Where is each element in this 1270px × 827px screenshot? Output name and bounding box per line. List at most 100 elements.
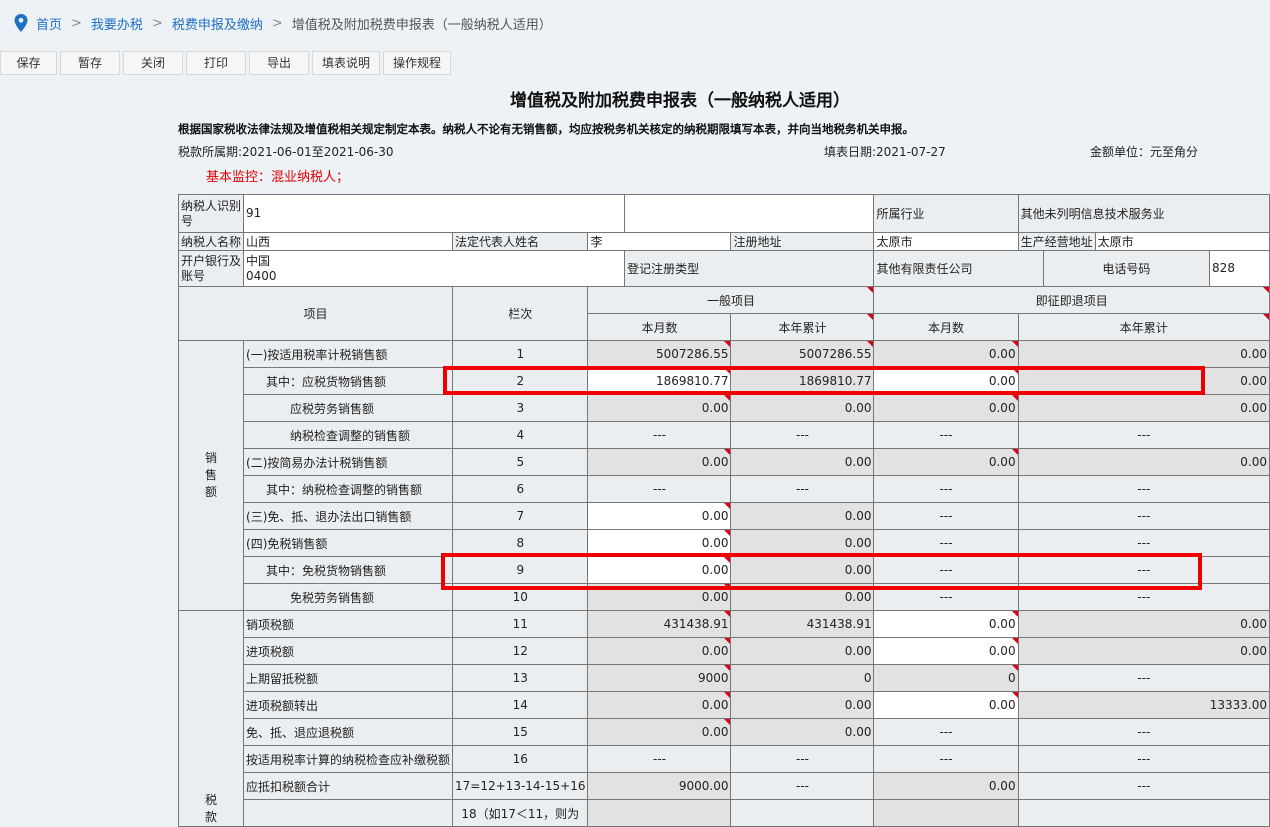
immediate-month-cell: 0 (873, 664, 1019, 692)
general-year-cell: --- (730, 745, 875, 773)
immediate-year-cell: --- (1017, 718, 1270, 746)
immediate-year-cell: 0.00 (1017, 448, 1270, 476)
reg-address-field[interactable]: 太原市 (873, 232, 1019, 251)
row-column-number: 11 (452, 610, 589, 638)
taxpayer-id-label: 纳税人识别号 (177, 194, 245, 233)
row-label: 进项税额 (243, 637, 454, 665)
amount-unit: 金额单位：元至角分 (1090, 145, 1199, 159)
breadcrumb-declaration-link[interactable]: 税费申报及缴纳 (172, 14, 263, 33)
immediate-month-cell (873, 799, 1019, 827)
immediate-month-cell: 0.00 (873, 448, 1019, 476)
phone-field[interactable]: 828 (1209, 250, 1270, 287)
print-button[interactable]: 打印 (186, 51, 246, 75)
immediate-year-cell: 13333.00 (1017, 691, 1270, 719)
immediate-month-cell[interactable]: 0.00 (873, 367, 1019, 395)
general-month-cell: 0.00 (587, 691, 732, 719)
row-column-number: 10 (452, 583, 589, 611)
row-column-number: 12 (452, 637, 589, 665)
general-month-cell[interactable]: 0.00 (587, 502, 732, 530)
draft-button[interactable]: 暂存 (60, 51, 120, 75)
row-label: 其中：免税货物销售额 (243, 556, 454, 584)
immediate-month-cell: --- (873, 421, 1019, 449)
column-number-header: 栏次 (452, 286, 589, 341)
general-month-cell[interactable]: 0.00 (587, 556, 732, 584)
general-month-cell: 9000 (587, 664, 732, 692)
immediate-year-cell: --- (1017, 421, 1270, 449)
phone-label: 电话号码 (1042, 250, 1211, 287)
immediate-month-cell: --- (873, 718, 1019, 746)
general-month-cell: --- (587, 421, 732, 449)
row-column-number: 7 (452, 502, 589, 530)
industry-label: 所属行业 (873, 194, 1019, 233)
row-label: (四)免税销售额 (243, 529, 454, 557)
general-month-cell[interactable]: 0.00 (587, 529, 732, 557)
row-column-number: 3 (452, 394, 589, 422)
immediate-month-cell[interactable]: 0.00 (873, 637, 1019, 665)
immediate-year-cell: --- (1017, 529, 1270, 557)
reg-type-label: 登记注册类型 (624, 250, 875, 287)
biz-address-field[interactable]: 太原市 (1094, 232, 1270, 251)
immediate-year-cell: 0.00 (1017, 340, 1270, 368)
reg-type-value: 其他有限责任公司 (873, 250, 1044, 287)
breadcrumb-separator: > (71, 15, 82, 31)
general-month-cell[interactable]: 1869810.77 (587, 367, 732, 395)
bank-account-value: 0400 (246, 268, 277, 283)
row-label: 进项税额转出 (243, 691, 454, 719)
row-column-number: 8 (452, 529, 589, 557)
general-year-cell: 1869810.77 (730, 367, 875, 395)
breadcrumb-tax-services-link[interactable]: 我要办税 (91, 14, 143, 33)
immediate-month-cell: --- (873, 583, 1019, 611)
location-pin-icon (14, 14, 28, 32)
general-month-cell: 431438.91 (587, 610, 732, 638)
row-column-number: 16 (452, 745, 589, 773)
general-month-cell: 0.00 (587, 583, 732, 611)
declaration-table: 纳税人识别号 91 所属行业 其他未列明信息技术服务业 纳税人名称 山西 法定代… (177, 194, 1270, 827)
bank-account-field[interactable]: 中国 0400 (243, 250, 626, 287)
general-year-cell (730, 799, 875, 827)
export-button[interactable]: 导出 (249, 51, 309, 75)
general-month-cell: --- (587, 745, 732, 773)
immediate-year-cell: --- (1017, 475, 1270, 503)
immediate-month-cell: 0.00 (873, 394, 1019, 422)
immediate-year-cell: --- (1017, 772, 1270, 800)
legal-rep-field[interactable]: 李 (587, 232, 732, 251)
immediate-month-cell[interactable]: 0.00 (873, 610, 1019, 638)
fill-date: 填表日期:2021-07-27 (824, 145, 946, 159)
row-column-number: 15 (452, 718, 589, 746)
procedure-button[interactable]: 操作规程 (383, 51, 451, 75)
immediate-month-cell: --- (873, 529, 1019, 557)
breadcrumb-current: 增值税及附加税费申报表（一般纳税人适用） (291, 17, 552, 33)
general-month-cell: --- (587, 475, 732, 503)
industry-value: 其他未列明信息技术服务业 (1017, 194, 1270, 233)
breadcrumb-separator: > (151, 15, 163, 31)
taxpayer-name-field[interactable]: 山西 (243, 232, 454, 251)
general-year-cell: 431438.91 (730, 610, 875, 638)
taxpayer-id-value: 91 (246, 206, 262, 221)
close-button[interactable]: 关闭 (123, 51, 183, 75)
save-button[interactable]: 保存 (0, 51, 57, 75)
immediate-month-cell: --- (873, 745, 1019, 773)
reg-address-label: 注册地址 (730, 232, 875, 251)
instructions-button[interactable]: 填表说明 (312, 51, 380, 75)
general-year-cell: 0.00 (730, 502, 875, 530)
row-column-number: 18（如17＜11，则为 (452, 799, 589, 827)
taxpayer-id-field[interactable]: 91 (243, 194, 626, 233)
phone-value: 828 (1212, 261, 1235, 276)
immediate-year-cell: --- (1017, 583, 1270, 611)
row-label: 上期留抵税额 (243, 664, 454, 692)
immediate-month-cell[interactable]: 0.00 (873, 691, 1019, 719)
general-year-cell: 0.00 (730, 394, 875, 422)
immediate-year-cell: --- (1017, 745, 1270, 773)
immediate-year-cell: 0.00 (1017, 367, 1270, 395)
breadcrumb-home-link[interactable]: 首页 (36, 14, 62, 33)
general-month-header: 本月数 (587, 313, 732, 341)
section-sales-char: 额 (205, 485, 218, 499)
row-label (243, 799, 454, 827)
row-column-number: 2 (452, 367, 589, 395)
redacted-mask (278, 269, 479, 283)
reg-address-value: 太原市 (876, 235, 913, 249)
immediate-month-cell: --- (873, 475, 1019, 503)
toolbar: 保存 暂存 关闭 打印 导出 填表说明 操作规程 (0, 51, 451, 75)
section-sales-char: 售 (205, 468, 218, 482)
general-month-cell: 0.00 (587, 394, 732, 422)
